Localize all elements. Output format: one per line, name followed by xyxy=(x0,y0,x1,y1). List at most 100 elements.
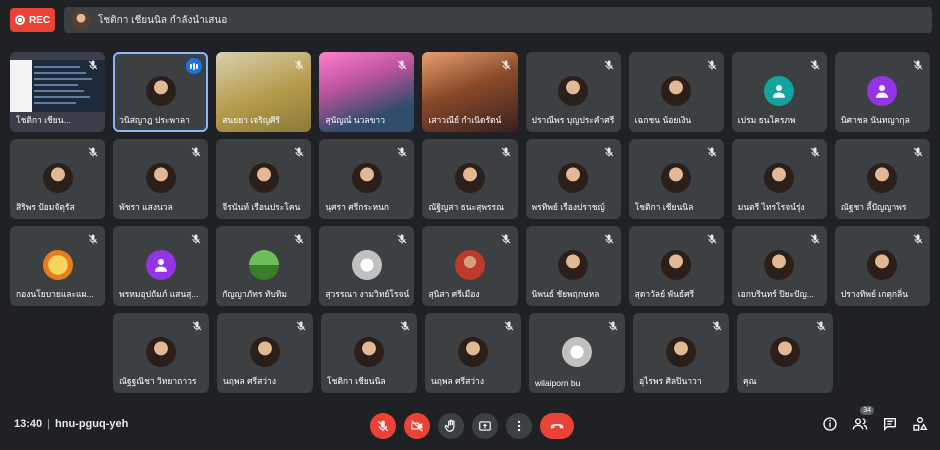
mic-off-icon xyxy=(377,420,389,432)
participant-avatar xyxy=(764,250,795,280)
participant-tile[interactable]: นิพนธ์ ชัยพฤกษหล xyxy=(525,226,621,306)
participant-name: ปรางทิพย์ เกตุกลิ่น xyxy=(840,289,909,299)
presenting-banner[interactable]: โชติกา เชียนนิล กำลังนำเสนอ xyxy=(64,7,932,33)
participant-name: เสาวณีย์ กำเนิดรัตน์ xyxy=(428,115,502,125)
participant-avatar xyxy=(558,250,589,280)
rec-button[interactable]: REC xyxy=(10,8,55,32)
participant-tile[interactable]: โชติกา เชียนนิล xyxy=(628,139,724,219)
mic-off-icon xyxy=(809,145,821,157)
participant-avatar xyxy=(248,250,279,280)
mic-off-icon xyxy=(190,232,202,244)
participant-avatar xyxy=(42,163,73,193)
participant-grid: โชติกา เชียน... วนิสญาฎ ประพาลา สนยยา เจริ… xyxy=(10,52,930,400)
mic-off-icon xyxy=(396,232,408,244)
participant-tile[interactable]: ปราณีพร บุญประคำศรี xyxy=(525,52,621,132)
mic-off-icon xyxy=(191,319,203,331)
record-icon xyxy=(14,15,25,25)
participant-tile[interactable]: อุไรพร ศิลปินาวา xyxy=(633,313,729,393)
participant-avatar xyxy=(867,250,898,280)
raise-hand-button[interactable] xyxy=(438,413,464,439)
more-options-button[interactable] xyxy=(506,413,532,439)
participant-tile[interactable]: โชติกา เชียนนิล xyxy=(321,313,417,393)
participant-name: พรทิพย์ เรืองปราชญ์ xyxy=(531,202,605,212)
participant-name: จีรนันท์ เรือนประโคน xyxy=(222,202,301,212)
participant-tile[interactable]: เอกบรินทร์ ปิยะปัญ... xyxy=(731,226,827,306)
mic-off-icon xyxy=(603,145,615,157)
participant-name: ณัฐฐณิชา วิทยาถาวร xyxy=(119,376,197,386)
participant-tile[interactable]: จีรนันท์ เรือนประโคน xyxy=(216,139,312,219)
mic-off-icon xyxy=(87,232,99,244)
participant-name: อุไรพร ศิลปินาวา xyxy=(639,376,702,386)
people-button[interactable]: 34 xyxy=(852,406,874,432)
participant-tile[interactable]: นุศรา ศรีกระหนก xyxy=(319,139,415,219)
presenter-avatar xyxy=(72,11,90,29)
participant-tile[interactable]: สนยยา เจริญศิริ xyxy=(216,52,312,132)
camera-toggle-button[interactable] xyxy=(404,413,430,439)
participant-tile[interactable]: สิริพร ป้อมจัตุรัส xyxy=(10,139,106,219)
present-screen-button[interactable] xyxy=(472,413,498,439)
mic-off-icon xyxy=(912,232,924,244)
people-icon xyxy=(852,418,868,430)
participant-tile[interactable]: นิศาชล นันทญากุล xyxy=(834,52,930,132)
participant-tile[interactable]: ปรางทิพย์ เกตุกลิ่น xyxy=(834,226,930,306)
participant-avatar xyxy=(42,250,73,280)
meeting-code: hnu-pguq-yeh xyxy=(55,418,129,430)
participant-tile[interactable]: wilaiporn bu xyxy=(529,313,625,393)
participant-tile[interactable]: ณัฐิญสา ธนะสุพรรณ xyxy=(422,139,518,219)
participant-avatar xyxy=(250,337,280,367)
participant-tile[interactable]: พรหมอุปถัมภ์ แสนสุ... xyxy=(113,226,209,306)
mic-off-icon xyxy=(293,232,305,244)
participant-avatar xyxy=(354,337,384,367)
participant-tile[interactable]: โชติกา เชียน... xyxy=(10,52,106,132)
participant-tile[interactable]: เปรม ธนโครภพ xyxy=(731,52,827,132)
participant-tile[interactable]: คุณ xyxy=(737,313,833,393)
participant-tile[interactable]: กัญญาภัทร ทับทิม xyxy=(216,226,312,306)
participant-tile[interactable]: พรทิพย์ เรืองปราชญ์ xyxy=(525,139,621,219)
participant-tile[interactable]: นฤพล ศรีสว่าง xyxy=(425,313,521,393)
participant-avatar xyxy=(661,76,692,106)
participant-name: นฤพล ศรีสว่าง xyxy=(223,376,276,386)
participant-avatar xyxy=(558,76,589,106)
participant-tile[interactable]: พัชรา แสงนวล xyxy=(113,139,209,219)
participant-name: นิศาชล นันทญากุล xyxy=(840,115,910,125)
participant-name: คุณ xyxy=(743,376,757,386)
participant-name: สุดาวัลย์ พันธ์ศรี xyxy=(634,289,695,299)
more-vert-icon xyxy=(517,420,521,432)
mic-off-icon xyxy=(500,58,512,70)
participant-name: สุนัญณ์ นวลขาว xyxy=(325,115,385,125)
participant-name: เปรม ธนโครภพ xyxy=(737,115,796,125)
participant-name: เอกบรินทร์ ปิยะปัญ... xyxy=(737,289,814,299)
participant-tile[interactable]: ณัฐชา ลี้ปัญญาพร xyxy=(834,139,930,219)
participant-avatar xyxy=(764,163,795,193)
mic-off-icon xyxy=(500,232,512,244)
participant-tile[interactable]: นฤพล ศรีสว่าง xyxy=(217,313,313,393)
participant-tile[interactable]: ณัฐฐณิชา วิทยาถาวร xyxy=(113,313,209,393)
participant-tile[interactable]: สุดาวัลย์ พันธ์ศรี xyxy=(628,226,724,306)
participant-name: สุนิสา ศรีเมือง xyxy=(428,289,480,299)
mic-off-icon xyxy=(706,145,718,157)
participant-tile[interactable]: สุวรรณา งามวิทย์โรจน์ xyxy=(319,226,415,306)
participant-tile[interactable]: กองนโยบายและแผ... xyxy=(10,226,106,306)
participant-avatar xyxy=(458,337,488,367)
participant-tile[interactable]: สุนิสา ศรีเมือง xyxy=(422,226,518,306)
speaking-indicator-icon xyxy=(186,58,203,74)
mic-off-icon xyxy=(607,319,619,331)
presenting-text: โชติกา เชียนนิล กำลังนำเสนอ xyxy=(98,14,228,26)
activities-button[interactable] xyxy=(912,416,928,432)
participant-name: สิริพร ป้อมจัตุรัส xyxy=(16,202,75,212)
mic-toggle-button[interactable] xyxy=(370,413,396,439)
person-icon xyxy=(154,259,167,272)
rec-label: REC xyxy=(28,14,51,26)
chat-button[interactable] xyxy=(882,416,898,432)
participant-tile[interactable]: เสาวณีย์ กำเนิดรัตน์ xyxy=(422,52,518,132)
participant-tile[interactable]: เฉกชน น้อยเงิน xyxy=(628,52,724,132)
participant-tile[interactable]: สุนัญณ์ นวลขาว xyxy=(319,52,415,132)
participant-tile[interactable]: วนิสญาฎ ประพาลา xyxy=(113,52,209,132)
meeting-details-button[interactable] xyxy=(822,416,838,432)
mic-off-icon xyxy=(503,319,515,331)
participant-tile[interactable]: มนตรี ไทรโรจน์รุ่ง xyxy=(731,139,827,219)
side-panel-controls: 34 xyxy=(822,406,928,432)
participant-name: กองนโยบายและแผ... xyxy=(16,289,94,299)
leave-call-button[interactable] xyxy=(540,413,574,439)
meeting-info: 13:40 | hnu-pguq-yeh xyxy=(14,418,129,430)
